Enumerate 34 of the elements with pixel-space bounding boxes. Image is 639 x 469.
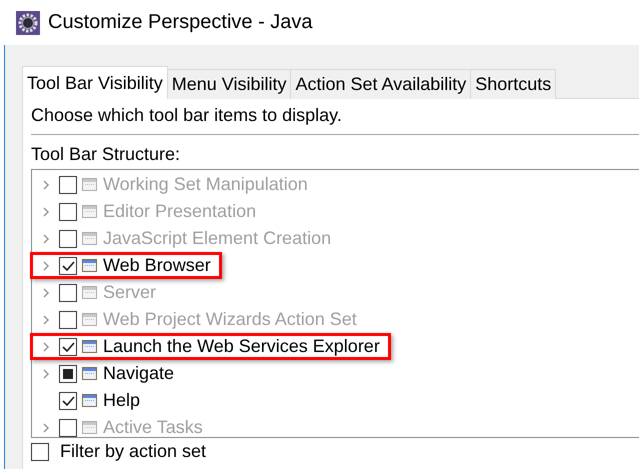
chevron-right-icon[interactable] bbox=[42, 260, 50, 270]
checkbox[interactable] bbox=[59, 392, 77, 410]
gear-icon bbox=[16, 10, 40, 34]
tab[interactable]: Menu Visibility bbox=[166, 69, 292, 99]
section-heading: Tool Bar Structure: bbox=[31, 143, 182, 166]
toolbar-icon bbox=[82, 313, 97, 326]
toolbar-icon bbox=[82, 367, 97, 380]
toolbar-icon bbox=[82, 232, 97, 245]
tab[interactable]: Action Set Availability bbox=[290, 69, 472, 99]
toolbar-icon bbox=[82, 259, 97, 272]
toolbar-icon bbox=[82, 178, 97, 191]
toolbar-icon bbox=[82, 340, 97, 353]
check-icon bbox=[62, 342, 74, 352]
tree-item-label[interactable]: Navigate bbox=[103, 363, 174, 384]
tree-item-label[interactable]: Help bbox=[103, 390, 140, 411]
check-icon bbox=[62, 260, 74, 270]
check-icon bbox=[62, 396, 74, 406]
checkbox[interactable] bbox=[59, 338, 77, 356]
tree-item-label[interactable]: Launch the Web Services Explorer bbox=[103, 336, 380, 357]
toolbar-icon bbox=[82, 205, 97, 218]
checkbox[interactable] bbox=[59, 256, 77, 274]
tab[interactable]: Tool Bar Visibility bbox=[22, 66, 168, 99]
toolbar-icon bbox=[82, 394, 97, 407]
chevron-right-icon[interactable] bbox=[42, 342, 50, 352]
toolbar-icon bbox=[82, 421, 97, 434]
checkbox[interactable] bbox=[59, 364, 77, 382]
checkbox-label[interactable]: Filter by action set bbox=[60, 442, 206, 462]
window-title: Customize Perspective - Java bbox=[48, 11, 313, 34]
toolbar-icon bbox=[82, 286, 97, 299]
checkbox[interactable] bbox=[31, 442, 49, 461]
description-text: Choose which tool bar items to display. bbox=[31, 105, 343, 127]
tree-item-label[interactable]: Web Browser bbox=[103, 255, 211, 276]
chevron-right-icon[interactable] bbox=[42, 368, 50, 378]
tab[interactable]: Shortcuts bbox=[470, 69, 556, 99]
